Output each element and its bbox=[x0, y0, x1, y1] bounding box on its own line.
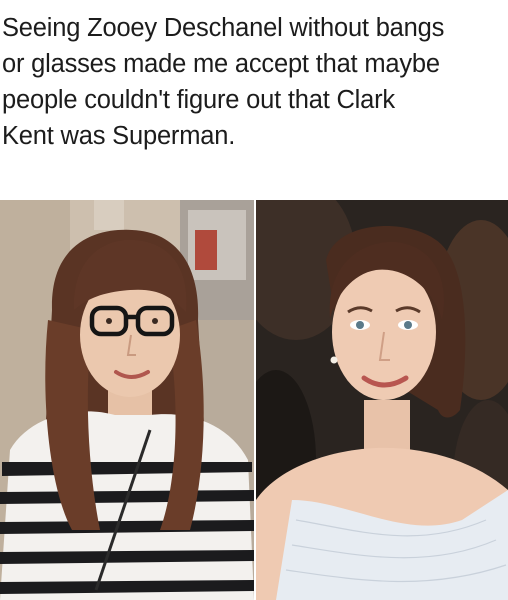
photo-without-glasses bbox=[256, 200, 508, 600]
photo-with-glasses bbox=[0, 200, 254, 600]
meme-caption: Seeing Zooey Deschanel without bangs or … bbox=[2, 14, 445, 150]
